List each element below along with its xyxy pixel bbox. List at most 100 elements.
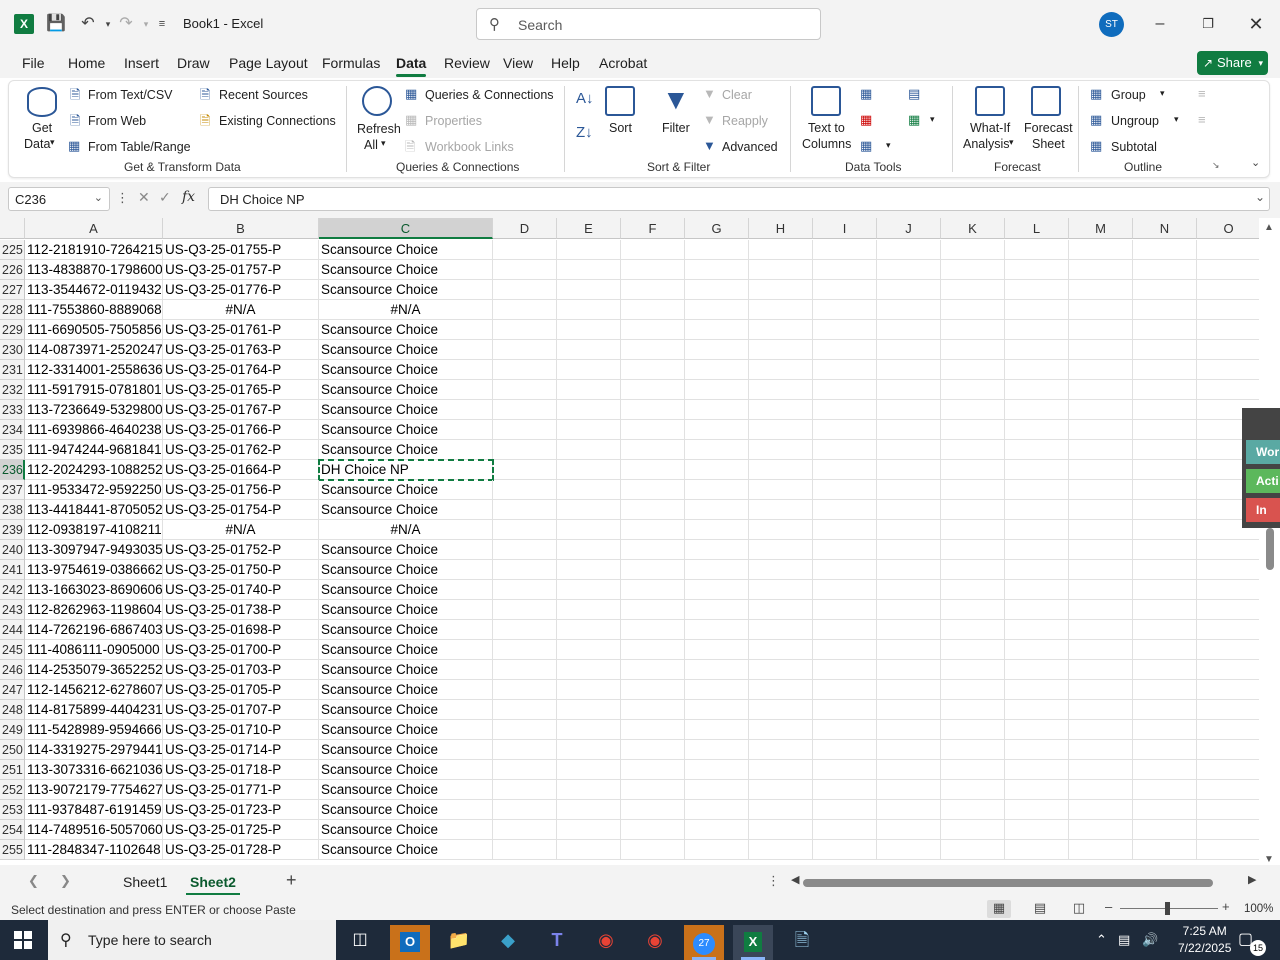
cell-e[interactable] — [557, 660, 621, 680]
cell-b[interactable]: US-Q3-25-01725-P — [163, 820, 319, 840]
cell-e[interactable] — [557, 320, 621, 340]
row-header[interactable]: 253 — [0, 800, 25, 820]
cell-k[interactable] — [941, 680, 1005, 700]
cell-g[interactable] — [685, 800, 749, 820]
cell-m[interactable] — [1069, 480, 1133, 500]
row-header[interactable]: 239 — [0, 520, 25, 540]
cell-f[interactable] — [621, 380, 685, 400]
cell-n[interactable] — [1133, 380, 1197, 400]
cell-i[interactable] — [813, 760, 877, 780]
refresh-dropdown-icon[interactable]: ▾ — [381, 138, 386, 149]
data-validation-dropdown-icon[interactable]: ▾ — [886, 140, 891, 151]
cell-h[interactable] — [749, 820, 813, 840]
cell-m[interactable] — [1069, 800, 1133, 820]
share-button[interactable]: ↗ Share ▾ — [1197, 51, 1268, 75]
row-header[interactable]: 227 — [0, 280, 25, 300]
tab-file[interactable]: File — [22, 55, 45, 71]
cell-d[interactable] — [493, 500, 557, 520]
cell-k[interactable] — [941, 580, 1005, 600]
zoom-app-icon[interactable]: 27 — [684, 925, 724, 960]
cell-k[interactable] — [941, 700, 1005, 720]
network-icon[interactable]: ▤ — [1118, 932, 1130, 948]
cell-d[interactable] — [493, 540, 557, 560]
tray-expand-icon[interactable]: ⌃ — [1096, 932, 1107, 948]
horizontal-scroll-thumb[interactable] — [803, 879, 1213, 887]
cell-j[interactable] — [877, 640, 941, 660]
cell-n[interactable] — [1133, 780, 1197, 800]
cell-o[interactable] — [1197, 280, 1259, 300]
cell-k[interactable] — [941, 600, 1005, 620]
cell-k[interactable] — [941, 780, 1005, 800]
filter-button[interactable]: Filter — [662, 121, 690, 135]
cell-l[interactable] — [1005, 540, 1069, 560]
cell-n[interactable] — [1133, 240, 1197, 260]
cell-i[interactable] — [813, 800, 877, 820]
cell-g[interactable] — [685, 560, 749, 580]
cell-b[interactable]: US-Q3-25-01750-P — [163, 560, 319, 580]
cell-i[interactable] — [813, 440, 877, 460]
cell-b[interactable]: US-Q3-25-01764-P — [163, 360, 319, 380]
cell-o[interactable] — [1197, 340, 1259, 360]
refresh-all-icon[interactable] — [362, 86, 392, 116]
cell-d[interactable] — [493, 480, 557, 500]
cell-n[interactable] — [1133, 580, 1197, 600]
column-header-m[interactable]: M — [1069, 218, 1133, 239]
cell-e[interactable] — [557, 760, 621, 780]
cell-d[interactable] — [493, 840, 557, 860]
row-header[interactable]: 241 — [0, 560, 25, 580]
cell-n[interactable] — [1133, 640, 1197, 660]
cell-f[interactable] — [621, 260, 685, 280]
cell-a[interactable]: 112-2024293-1088252 — [25, 460, 163, 480]
cell-j[interactable] — [877, 840, 941, 860]
cell-k[interactable] — [941, 500, 1005, 520]
cell-e[interactable] — [557, 700, 621, 720]
cell-a[interactable]: 112-1456212-6278607 — [25, 680, 163, 700]
row-header[interactable]: 242 — [0, 580, 25, 600]
cell-g[interactable] — [685, 660, 749, 680]
cell-k[interactable] — [941, 420, 1005, 440]
cell-h[interactable] — [749, 480, 813, 500]
get-data-label[interactable]: Get — [32, 121, 52, 135]
cell-m[interactable] — [1069, 680, 1133, 700]
cell-i[interactable] — [813, 380, 877, 400]
cell-k[interactable] — [941, 720, 1005, 740]
cell-g[interactable] — [685, 600, 749, 620]
cell-l[interactable] — [1005, 400, 1069, 420]
cell-l[interactable] — [1005, 700, 1069, 720]
cell-h[interactable] — [749, 840, 813, 860]
cell-k[interactable] — [941, 620, 1005, 640]
cell-g[interactable] — [685, 520, 749, 540]
cell-n[interactable] — [1133, 740, 1197, 760]
tab-split-handle-icon[interactable]: ⋮ — [767, 873, 780, 889]
tab-review[interactable]: Review — [444, 55, 490, 71]
cell-e[interactable] — [557, 240, 621, 260]
cell-f[interactable] — [621, 540, 685, 560]
cell-g[interactable] — [685, 740, 749, 760]
cell-o[interactable] — [1197, 380, 1259, 400]
cell-a[interactable]: 112-2181910-7264215 — [25, 240, 163, 260]
cell-h[interactable] — [749, 300, 813, 320]
cell-e[interactable] — [557, 480, 621, 500]
cell-h[interactable] — [749, 520, 813, 540]
cell-i[interactable] — [813, 520, 877, 540]
what-if-analysis-icon[interactable] — [975, 86, 1005, 116]
column-header-k[interactable]: K — [941, 218, 1005, 239]
cell-o[interactable] — [1197, 360, 1259, 380]
cell-l[interactable] — [1005, 840, 1069, 860]
cell-k[interactable] — [941, 460, 1005, 480]
cell-b[interactable]: US-Q3-25-01752-P — [163, 540, 319, 560]
column-header-c[interactable]: C — [319, 218, 493, 239]
excel-taskbar-icon[interactable]: X — [733, 925, 773, 960]
cell-f[interactable] — [621, 560, 685, 580]
zoom-slider-knob[interactable] — [1165, 902, 1170, 915]
cell-h[interactable] — [749, 720, 813, 740]
cell-n[interactable] — [1133, 660, 1197, 680]
cell-o[interactable] — [1197, 700, 1259, 720]
worksheet-grid[interactable]: A B C D E F G H I J K L M N O 225 112-2181910-7264215 US-… — [0, 218, 1259, 865]
cell-i[interactable] — [813, 660, 877, 680]
cell-k[interactable] — [941, 640, 1005, 660]
cell-o[interactable] — [1197, 840, 1259, 860]
cell-f[interactable] — [621, 600, 685, 620]
sheet-tab-sheet2[interactable]: Sheet2 — [186, 874, 240, 895]
cell-h[interactable] — [749, 320, 813, 340]
